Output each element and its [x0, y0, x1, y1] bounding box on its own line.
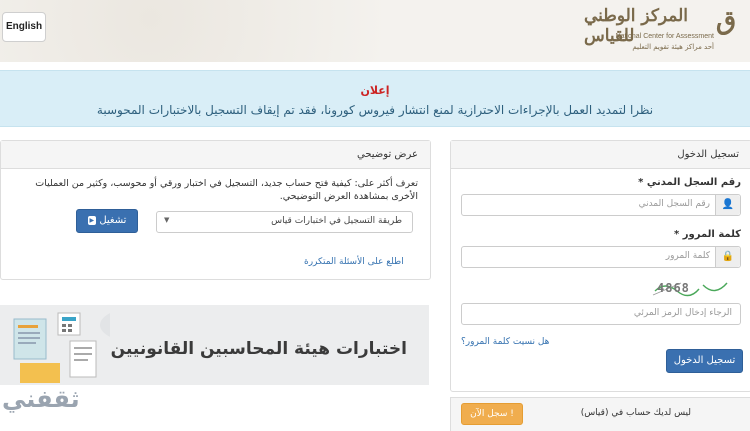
play-icon: ▶: [87, 215, 97, 225]
captcha-placeholder: الرجاء إدخال الرمز المرئي: [633, 308, 732, 318]
alert-title: إعلان: [360, 84, 390, 97]
register-now-button[interactable]: سجل الآن !: [461, 403, 523, 425]
register-bar: سجل الآن ! ليس لديك حساب في (قياس): [450, 397, 750, 431]
captcha-text: 4868: [657, 281, 690, 295]
password-input[interactable]: 🔒 كلمة المرور: [461, 246, 741, 268]
demo-video-select[interactable]: طريقة التسجيل في اختبارات قياس ▼: [156, 211, 413, 233]
play-button[interactable]: ▶ تشغيل: [76, 209, 138, 233]
password-label: كلمة المرور *: [674, 229, 741, 240]
caret-down-icon: ▼: [164, 216, 170, 224]
demo-panel-heading: عرض توضيحي: [1, 141, 430, 169]
banner-title: اختبارات هيئة المحاسبين القانونيين: [110, 339, 407, 359]
civil-id-placeholder: رقم السجل المدني: [638, 199, 710, 209]
qiyas-logo[interactable]: ق المركز الوطني للقياس National Center f…: [584, 2, 744, 58]
faq-link[interactable]: اطلع على الأسئلة المتكررة: [304, 257, 404, 267]
user-icon: 👤: [715, 195, 740, 215]
login-panel: تسجيل الدخول رقم السجل المدني * 👤 رقم ال…: [450, 140, 750, 392]
login-panel-heading: تسجيل الدخول: [451, 141, 750, 169]
forgot-password-link[interactable]: هل نسيت كلمة المرور؟: [461, 337, 549, 347]
accountants-exams-banner[interactable]: اختبارات هيئة المحاسبين القانونيين: [0, 305, 429, 385]
civil-id-input[interactable]: 👤 رقم السجل المدني: [461, 194, 741, 216]
site-header: English ق المركز الوطني للقياس National …: [0, 0, 750, 62]
lock-icon: 🔒: [715, 247, 740, 267]
password-placeholder: كلمة المرور: [665, 251, 710, 261]
logo-subtitle: أحد مراكز هيئة تقويم التعليم: [632, 43, 714, 51]
login-button[interactable]: تسجيل الدخول: [666, 349, 743, 373]
play-button-label: تشغيل: [99, 215, 127, 226]
captcha-image: 4868: [651, 277, 731, 299]
documents-illustration-icon: [13, 312, 110, 383]
captcha-input[interactable]: الرجاء إدخال الرمز المرئي: [461, 303, 741, 325]
logo-arabic-text: المركز الوطني للقياس: [584, 6, 689, 46]
demo-description: تعرف أكثر على: كيفية فتح حساب جديد، التس…: [35, 178, 418, 202]
qiyas-logo-mark-icon: ق: [716, 6, 737, 36]
english-language-button[interactable]: English: [2, 12, 46, 42]
civil-id-label: رقم السجل المدني *: [638, 177, 741, 188]
no-account-text: ليس لديك حساب في (قياس): [580, 408, 691, 418]
logo-english-text: National Center for Assessment: [615, 33, 714, 40]
demo-select-value: طريقة التسجيل في اختبارات قياس: [271, 216, 402, 226]
site-watermark: ثقفني: [2, 385, 80, 413]
demo-panel: عرض توضيحي تعرف أكثر على: كيفية فتح حساب…: [0, 140, 431, 280]
alert-message: نظرا لتمديد العمل بالإجراءات الاحترازية …: [96, 103, 654, 117]
announcement-alert: إعلان نظرا لتمديد العمل بالإجراءات الاحت…: [0, 70, 750, 127]
